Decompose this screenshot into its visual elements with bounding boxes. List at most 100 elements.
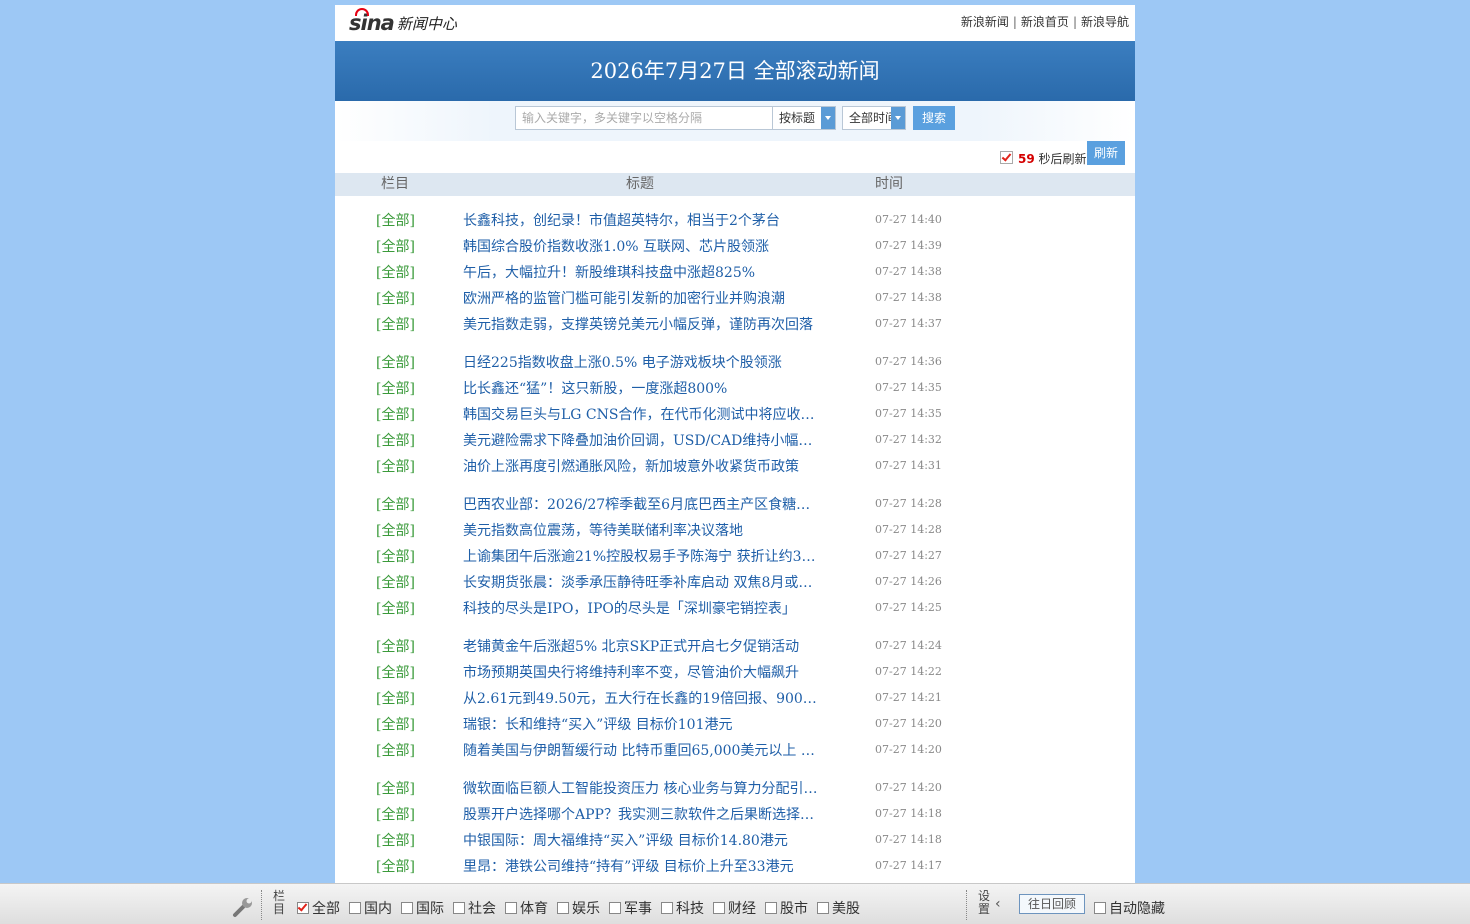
news-title-link[interactable]: 老铺黄金午后涨超5% 北京SKP正式开启七夕促销活动: [463, 636, 823, 656]
news-category-link[interactable]: [全部]: [376, 662, 415, 682]
news-title-link[interactable]: 随着美国与伊朗暂缓行动 比特币重回65,000美元以上 油价回落: [463, 740, 823, 760]
checkbox-box: [557, 902, 569, 914]
news-title-link[interactable]: 上谕集团午后涨逾21%控股权易手予陈海宁 获折让约33.7%认购: [463, 546, 823, 566]
news-category-link[interactable]: [全部]: [376, 804, 415, 824]
news-time: 07-27 14:20: [875, 717, 942, 730]
filter-checkbox[interactable]: 科技: [661, 898, 704, 918]
auto-refresh-checkbox[interactable]: [1000, 151, 1013, 164]
news-category-link[interactable]: [全部]: [376, 636, 415, 656]
news-time: 07-27 14:36: [875, 355, 942, 368]
news-category-link[interactable]: [全部]: [376, 688, 415, 708]
filter-checkbox[interactable]: 国际: [401, 898, 444, 918]
news-category-link[interactable]: [全部]: [376, 520, 415, 540]
wrench-icon[interactable]: [232, 896, 254, 918]
news-row: [全部] 美元避险需求下降叠加油价回调，USD/CAD维持小幅震荡 07-27 14…: [335, 427, 1135, 453]
search-button[interactable]: 搜索: [913, 106, 955, 130]
chevron-left-icon[interactable]: ‹: [995, 896, 1001, 912]
news-title-link[interactable]: 科技的尽头是IPO，IPO的尽头是「深圳豪宅销控表」: [463, 598, 823, 618]
news-category-link[interactable]: [全部]: [376, 456, 415, 476]
filter-label: 国际: [416, 901, 444, 917]
news-category-link[interactable]: [全部]: [376, 288, 415, 308]
news-row: [全部] 瑞银：长和维持“买入”评级 目标价101港元 07-27 14:20: [335, 711, 1135, 737]
filter-checkbox[interactable]: 体育: [505, 898, 548, 918]
search-field-value: 按标题: [779, 111, 816, 125]
news-title-link[interactable]: 里昂：港铁公司维持“持有”评级 目标价上升至33港元: [463, 856, 823, 876]
news-title-link[interactable]: 欧洲严格的监管门槛可能引发新的加密行业并购浪潮: [463, 288, 823, 308]
news-title-link[interactable]: 市场预期英国央行将维持利率不变，尽管油价大幅飙升: [463, 662, 823, 682]
refresh-row: 59 秒后刷新 刷新: [335, 141, 1135, 173]
news-category-link[interactable]: [全部]: [376, 714, 415, 734]
news-category-link[interactable]: [全部]: [376, 210, 415, 230]
news-category-link[interactable]: [全部]: [376, 404, 415, 424]
filter-checkbox[interactable]: 美股: [817, 898, 860, 918]
filter-checkbox[interactable]: 财经: [713, 898, 756, 918]
news-category-link[interactable]: [全部]: [376, 856, 415, 876]
news-category-link[interactable]: [全部]: [376, 262, 415, 282]
link-sina-news[interactable]: 新浪新闻: [961, 15, 1009, 29]
news-title-link[interactable]: 瑞银：长和维持“买入”评级 目标价101港元: [463, 714, 823, 734]
filter-checkbox[interactable]: 全部: [297, 898, 340, 918]
news-title-link[interactable]: 美元指数走弱，支撑英镑兑美元小幅反弹，谨防再次回落: [463, 314, 823, 334]
checkbox-box: [661, 902, 673, 914]
checkbox-box: [713, 902, 725, 914]
news-time: 07-27 14:26: [875, 575, 942, 588]
news-title-link[interactable]: 比长鑫还“猛”！这只新股，一度涨超800%: [463, 378, 823, 398]
time-range-select[interactable]: 全部时间: [842, 106, 906, 130]
filter-label: 娱乐: [572, 901, 600, 917]
keyword-input[interactable]: [515, 106, 786, 130]
filter-label: 股市: [780, 901, 808, 917]
filter-label: 财经: [728, 901, 756, 917]
news-title-link[interactable]: 微软面临巨额人工智能投资压力 核心业务与算力分配引发关注: [463, 778, 823, 798]
news-category-link[interactable]: [全部]: [376, 494, 415, 514]
news-title-link[interactable]: 长安期货张晨：淡季承压静待旺季补库启动 双焦8月或延续偏强: [463, 572, 823, 592]
news-time: 07-27 14:31: [875, 459, 942, 472]
news-title-link[interactable]: 午后，大幅拉升！新股维琪科技盘中涨超825%: [463, 262, 823, 282]
news-category-link[interactable]: [全部]: [376, 378, 415, 398]
link-sina-home[interactable]: 新浪首页: [1021, 15, 1069, 29]
news-group: [全部] 老铺黄金午后涨超5% 北京SKP正式开启七夕促销活动 07-27 14:2…: [335, 633, 1135, 763]
news-title-link[interactable]: 从2.61元到49.50元，五大行在长鑫的19倍回报、900亿浮盈: [463, 688, 823, 708]
history-review-button[interactable]: 往日回顾: [1019, 894, 1085, 914]
news-title-link[interactable]: 韩国交易巨头与LG CNS合作，在代币化测试中将应收账款代币化: [463, 404, 823, 424]
news-category-link[interactable]: [全部]: [376, 430, 415, 450]
news-category-link[interactable]: [全部]: [376, 830, 415, 850]
refresh-button[interactable]: 刷新: [1087, 141, 1125, 165]
news-category-link[interactable]: [全部]: [376, 572, 415, 592]
news-category-link[interactable]: [全部]: [376, 314, 415, 334]
news-title-link[interactable]: 日经225指数收盘上涨0.5% 电子游戏板块个股领涨: [463, 352, 823, 372]
filter-label: 国内: [364, 901, 392, 917]
settings-label[interactable]: 设置: [978, 890, 992, 916]
news-time: 07-27 14:27: [875, 549, 942, 562]
checkbox-box: [765, 902, 777, 914]
filter-label: 社会: [468, 901, 496, 917]
news-category-link[interactable]: [全部]: [376, 236, 415, 256]
news-category-link[interactable]: [全部]: [376, 740, 415, 760]
sina-logo[interactable]: sina 新闻中心: [349, 8, 457, 37]
news-title-link[interactable]: 巴西农业部：2026/27榨季截至6月底巴西主产区食糖产量同比下降: [463, 494, 823, 514]
news-title-link[interactable]: 美元避险需求下降叠加油价回调，USD/CAD维持小幅震荡: [463, 430, 823, 450]
news-category-link[interactable]: [全部]: [376, 352, 415, 372]
column-header-category: 栏目: [381, 176, 409, 192]
auto-hide-checkbox[interactable]: 自动隐藏: [1094, 898, 1165, 918]
filter-checkbox[interactable]: 股市: [765, 898, 808, 918]
search-field-select[interactable]: 按标题: [772, 106, 836, 130]
news-group: [全部] 长鑫科技，创纪录！市值超英特尔，相当于2个茅台 07-27 14:40 [全…: [335, 207, 1135, 337]
filter-checkbox[interactable]: 娱乐: [557, 898, 600, 918]
news-time: 07-27 14:40: [875, 213, 942, 226]
news-title-link[interactable]: 韩国综合股价指数收涨1.0% 互联网、芯片股领涨: [463, 236, 823, 256]
news-time: 07-27 14:21: [875, 691, 942, 704]
filter-checkbox[interactable]: 国内: [349, 898, 392, 918]
news-title-link[interactable]: 长鑫科技，创纪录！市值超英特尔，相当于2个茅台: [463, 210, 823, 230]
news-title-link[interactable]: 美元指数高位震荡，等待美联储利率决议落地: [463, 520, 823, 540]
filter-checkbox[interactable]: 社会: [453, 898, 496, 918]
news-category-link[interactable]: [全部]: [376, 546, 415, 566]
news-title-link[interactable]: 油价上涨再度引燃通胀风险，新加坡意外收紧货币政策: [463, 456, 823, 476]
link-sina-nav[interactable]: 新浪导航: [1081, 15, 1129, 29]
filter-checkbox[interactable]: 军事: [609, 898, 652, 918]
news-time: 07-27 14:35: [875, 407, 942, 420]
news-title-link[interactable]: 中银国际：周大福维持“买入”评级 目标价14.80港元: [463, 830, 823, 850]
news-title-link[interactable]: 股票开户选择哪个APP？我实测三款软件之后果断选择了它: [463, 804, 823, 824]
news-category-link[interactable]: [全部]: [376, 598, 415, 618]
news-category-link[interactable]: [全部]: [376, 778, 415, 798]
news-time: 07-27 14:20: [875, 743, 942, 756]
